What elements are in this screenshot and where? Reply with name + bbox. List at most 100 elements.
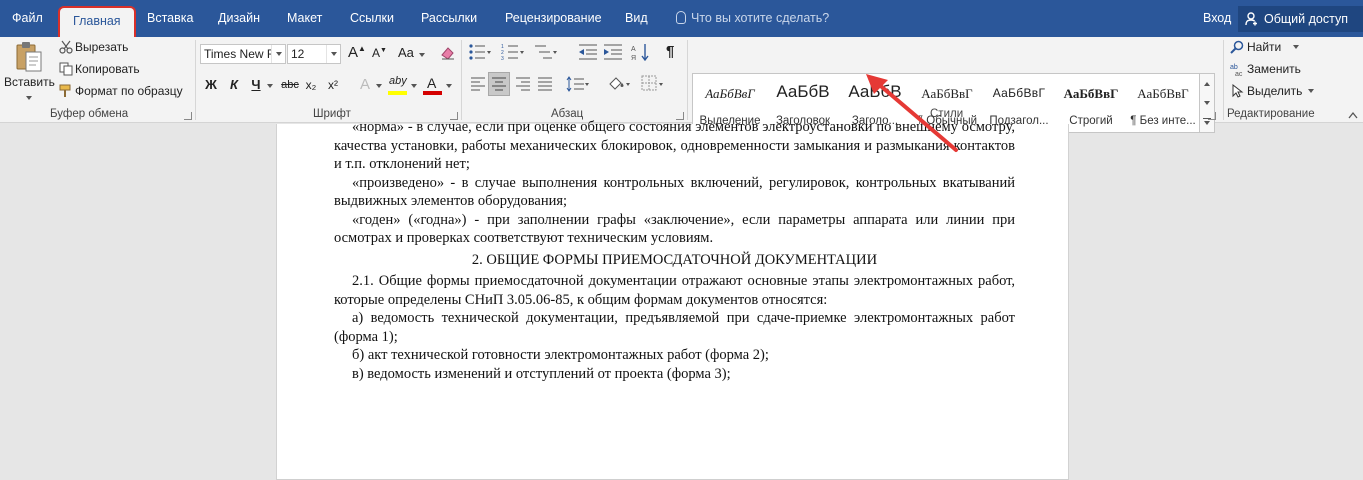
tell-me-search[interactable]: Что вы хотите сделать?	[676, 0, 829, 37]
select-label: Выделить	[1247, 84, 1303, 98]
strikethrough-button[interactable]: abc	[279, 75, 301, 95]
tab-view[interactable]: Вид	[625, 0, 648, 37]
font-color-button[interactable]: A	[423, 75, 443, 97]
underline-button[interactable]: Ч	[248, 75, 264, 95]
highlight-dropdown-icon	[411, 84, 417, 88]
annotation-arrow	[866, 74, 958, 152]
tab-home[interactable]: Главная	[58, 6, 136, 37]
highlight-color-bar	[388, 91, 407, 95]
bullets-icon[interactable]	[468, 43, 492, 61]
replace-button[interactable]: ab ac Заменить	[1230, 60, 1301, 78]
cursor-arrow-icon	[1232, 83, 1244, 98]
paste-button[interactable]: Вставить	[4, 39, 55, 105]
font-size-box[interactable]: 12	[287, 44, 341, 64]
svg-text:ac: ac	[1235, 71, 1243, 76]
font-name-value: Times New R	[204, 47, 276, 61]
multilevel-list-icon[interactable]	[534, 43, 558, 61]
borders-icon[interactable]	[641, 75, 665, 93]
change-case-icon: Aa	[398, 45, 414, 60]
find-button[interactable]: Найти	[1230, 38, 1299, 56]
scissors-icon	[59, 40, 73, 54]
tab-insert[interactable]: Вставка	[147, 0, 193, 37]
doc-paragraph: 2.1. Общие формы приемосдаточной докумен…	[334, 273, 1015, 308]
style-name: ¶ Без инте...	[1130, 115, 1196, 127]
clipboard-launcher-icon[interactable]	[184, 112, 192, 120]
tab-file[interactable]: Файл	[12, 0, 43, 37]
style-sample: АаБбВвГ	[1063, 86, 1119, 101]
cut-button[interactable]: Вырезать	[59, 38, 128, 56]
align-center-button[interactable]	[488, 72, 510, 96]
group-separator	[1223, 40, 1224, 120]
justify-icon[interactable]	[537, 76, 553, 92]
decrease-indent-icon[interactable]	[578, 43, 598, 61]
clipboard-group-label: Буфер обмена	[50, 108, 129, 120]
styles-gallery-scroll[interactable]	[1200, 73, 1215, 133]
word-window: Файл Главная Вставка Дизайн Макет Ссылки…	[0, 0, 1363, 480]
tab-review[interactable]: Рецензирование	[505, 0, 602, 37]
numbering-icon[interactable]: 123	[501, 43, 525, 61]
font-color-dropdown-icon	[446, 84, 452, 88]
sort-icon[interactable]: АЯ	[631, 43, 651, 61]
highlight-icon: aby	[389, 75, 407, 87]
tab-layout[interactable]: Макет	[287, 0, 322, 37]
replace-icon: ab ac	[1230, 64, 1243, 78]
group-separator	[195, 40, 196, 120]
show-marks-button[interactable]: ¶	[666, 43, 674, 60]
style-sample: АаБбВвГ	[992, 86, 1046, 100]
italic-button[interactable]: К	[226, 75, 242, 95]
doc-paragraph: «годен» («годна») - при заполнении графы…	[334, 211, 1015, 247]
bold-button[interactable]: Ж	[203, 75, 219, 95]
select-button[interactable]: Выделить	[1230, 82, 1314, 100]
font-color-icon: A	[427, 75, 437, 91]
doc-paragraph: в) ведомость изменений и отступлений от …	[352, 365, 731, 382]
change-case-button[interactable]: Aa	[398, 45, 414, 60]
sign-in-link[interactable]: Вход	[1203, 0, 1231, 37]
tab-mailings[interactable]: Рассылки	[421, 0, 477, 37]
format-painter-label: Формат по образцу	[75, 84, 183, 98]
document-body[interactable]: «норма» - в случае, если при оценке обще…	[334, 118, 1015, 383]
scroll-up-icon	[1204, 82, 1210, 86]
style-sample: АаБбВ	[776, 82, 830, 101]
align-right-icon[interactable]	[515, 76, 531, 92]
chevron-down-icon	[331, 52, 337, 56]
subscript-button[interactable]: x₂	[303, 75, 319, 95]
tell-me-text: Что вы хотите сделать?	[691, 11, 830, 25]
styles-launcher-icon[interactable]	[1208, 112, 1216, 120]
tab-references[interactable]: Ссылки	[350, 0, 394, 37]
align-center-icon	[492, 77, 506, 91]
paste-dropdown-icon	[26, 96, 32, 100]
line-spacing-icon[interactable]	[566, 76, 590, 92]
editing-group-label: Редактирование	[1227, 108, 1315, 120]
align-left-icon[interactable]	[470, 76, 486, 92]
text-effects-button[interactable]: A	[357, 75, 373, 95]
font-size-value: 12	[291, 47, 305, 61]
font-color-bar	[423, 91, 442, 95]
font-name-box[interactable]: Times New R	[200, 44, 286, 64]
increase-indent-icon[interactable]	[603, 43, 623, 61]
highlight-button[interactable]: aby	[388, 75, 408, 97]
shading-icon[interactable]	[607, 75, 631, 93]
search-icon	[1230, 40, 1244, 54]
doc-heading: 2. ОБЩИЕ ФОРМЫ ПРИЕМОСДАТОЧНОЙ ДОКУМЕНТА…	[471, 251, 878, 268]
group-separator	[687, 40, 688, 120]
chevron-down-icon	[276, 52, 282, 56]
font-size-dropdown[interactable]	[326, 45, 340, 63]
share-button[interactable]: Общий доступ	[1238, 6, 1363, 32]
svg-text:Я: Я	[631, 55, 636, 61]
shrink-font-button[interactable]: A▼	[372, 46, 387, 60]
style-sample: АаБбВвГ	[705, 86, 755, 101]
svg-text:А: А	[631, 46, 636, 53]
format-painter-button[interactable]: Формат по образцу	[59, 82, 183, 100]
superscript-button[interactable]: x²	[325, 75, 341, 95]
doc-paragraph: б) акт технической готовности электромон…	[352, 347, 769, 363]
grow-font-button[interactable]: A▲	[348, 44, 366, 61]
document-page[interactable]: «норма» - в случае, если при оценке обще…	[276, 119, 1069, 480]
style-no-spacing[interactable]: АаБбВвГ ¶ Без инте...	[1127, 74, 1199, 132]
collapse-ribbon-icon[interactable]	[1348, 111, 1358, 119]
font-name-dropdown[interactable]	[271, 45, 285, 63]
copy-button[interactable]: Копировать	[59, 60, 140, 78]
clear-formatting-button[interactable]	[440, 45, 456, 61]
find-label: Найти	[1247, 40, 1282, 54]
person-share-icon	[1245, 12, 1257, 26]
tab-design[interactable]: Дизайн	[218, 0, 260, 37]
